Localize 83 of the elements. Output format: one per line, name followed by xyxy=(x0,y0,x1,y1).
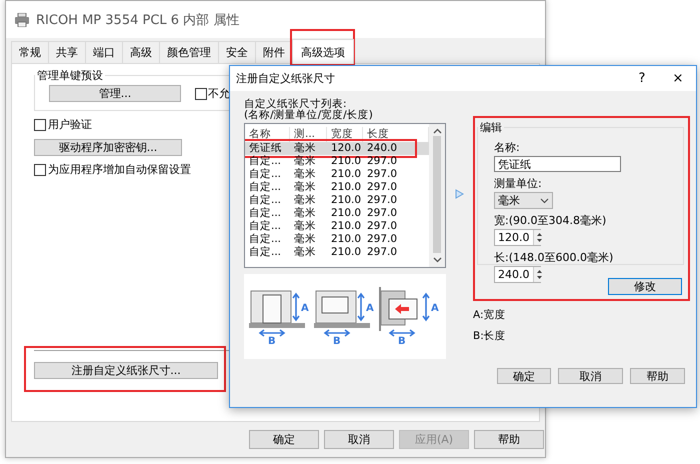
window-title: RICOH MP 3554 PCL 6 内部 属性 xyxy=(36,12,240,28)
checkbox-label: 不允 xyxy=(208,86,230,101)
printer-icon xyxy=(14,12,30,26)
group-title: 编辑 xyxy=(480,121,502,134)
table-cell-text: 240.0 xyxy=(366,142,398,154)
table-cell-text: 自定... xyxy=(248,167,282,181)
length-mark: B xyxy=(398,336,406,346)
dialog-button[interactable]: 帮助 xyxy=(630,368,685,384)
table-cell-text: 自定... xyxy=(248,206,282,220)
table-cell-text: 毫米 xyxy=(293,154,317,168)
help-button[interactable]: ? xyxy=(624,71,660,86)
table-cell-text: 210.0 xyxy=(330,207,362,220)
table-cell-text: 毫米 xyxy=(293,219,317,233)
table-cell-text: 毫米 xyxy=(293,206,317,220)
group-title: 管理单键预设 xyxy=(37,69,103,82)
table-cell-text: 210.0 xyxy=(330,194,362,206)
dialog-title: 注册自定义纸张尺寸 xyxy=(236,71,335,86)
scroll-up-icon[interactable] xyxy=(432,128,442,134)
modify-button[interactable]: 修改 xyxy=(608,278,682,295)
table-cell-text: 毫米 xyxy=(293,193,317,207)
table-cell-text: 210.0 xyxy=(330,155,362,168)
register-paper-size-button[interactable]: 注册自定义纸张尺寸... xyxy=(34,362,218,379)
checkbox[interactable] xyxy=(34,164,46,176)
dialog-button[interactable]: 取消 xyxy=(558,368,623,384)
checkbox-label: 为应用程序增加自动保留设置 xyxy=(48,162,191,177)
table-cell-text: 297.0 xyxy=(366,246,398,258)
table-cell-text: 自定... xyxy=(248,193,282,207)
table-cell-text: 297.0 xyxy=(366,155,398,168)
table-cell-text: 297.0 xyxy=(366,168,398,180)
width-mark: A xyxy=(301,303,310,314)
dialog-button[interactable]: 帮助 xyxy=(474,430,544,449)
field-label: 测量单位: xyxy=(494,176,543,191)
scrollbar[interactable] xyxy=(429,124,445,267)
dialog-button[interactable]: 确定 xyxy=(497,368,551,384)
table-cell-text: 120.0 xyxy=(330,142,362,154)
length-mark: B xyxy=(332,336,341,346)
table-cell-text: 毫米 xyxy=(293,167,317,181)
checkbox[interactable] xyxy=(195,88,207,100)
dialog-button[interactable]: 确定 xyxy=(249,430,319,449)
table-cell-text: 297.0 xyxy=(366,181,398,194)
table-cell-text: 自定... xyxy=(248,180,282,194)
scroll-down-icon[interactable] xyxy=(432,256,442,263)
table-cell-text: 297.0 xyxy=(366,233,398,246)
dialog-button[interactable]: 取消 xyxy=(324,430,394,449)
table-cell-text: 自定... xyxy=(248,154,282,168)
list-label: 自定义纸张尺寸列表: (名称/测量单位/宽度/长度) xyxy=(244,99,374,123)
field-label: 宽:(90.0至304.8毫米) xyxy=(494,213,608,228)
manage-button[interactable]: 管理... xyxy=(49,85,181,102)
legend-text: A:宽度 xyxy=(473,308,507,322)
table-cell-text: 210.0 xyxy=(330,181,362,194)
triangle-arrow-icon xyxy=(455,189,464,199)
legend-text: B:长度 xyxy=(473,329,507,343)
table-cell-text: 297.0 xyxy=(366,194,398,206)
table-cell-text: 自定... xyxy=(248,232,282,246)
table-cell-text: 自定... xyxy=(248,245,282,260)
table-cell-text: 自定... xyxy=(248,219,282,233)
chevron-down-icon xyxy=(540,198,549,204)
length-mark: B xyxy=(268,336,276,346)
tab[interactable]: 高级选项 xyxy=(292,39,354,64)
table-cell-text: 210.0 xyxy=(330,220,362,232)
encryption-key-button[interactable]: 驱动程序加密密钥... xyxy=(34,139,182,156)
tab[interactable]: 常规 xyxy=(11,41,49,63)
table-cell-text: 毫米 xyxy=(293,232,317,246)
selected-row[interactable]: 凭证纸 毫米 120.0 240.0 xyxy=(245,142,429,155)
table-cell-text: 210.0 xyxy=(330,233,362,246)
table-cell-text: 210.0 xyxy=(330,168,362,180)
table-cell-text: 毫米 xyxy=(293,245,317,260)
width-mark: A xyxy=(430,303,438,314)
checkbox-label: 用户验证 xyxy=(48,117,92,132)
close-button[interactable]: × xyxy=(660,71,696,86)
table-cell-text: 毫米 xyxy=(293,141,317,155)
paper-size-list[interactable]: 名称 测... 宽度 长度 凭证纸 毫米 120.0 240.0 自定... 毫米 210.0 297.0 自定... 毫米 210.0 297.0 自定... 毫米 210.0 297.0 自定... 毫米 210.0 297.0 自定... 毫米 210.0 297.0 自定... 毫米 210.0 297.0 自定... 毫米 210.0 297.0 自定... 毫米 210.0 297.0 xyxy=(244,122,446,268)
field-label: 长:(148.0至600.0毫米) xyxy=(494,250,614,265)
table-cell-text: 凭证纸 xyxy=(248,141,283,155)
field-label: 名称: xyxy=(494,140,521,155)
table-cell-text: 210.0 xyxy=(330,246,362,258)
table-cell-text: 297.0 xyxy=(366,220,398,232)
table-cell-text: 297.0 xyxy=(366,207,398,220)
name-field[interactable]: 凭证纸 xyxy=(494,156,621,172)
checkbox[interactable] xyxy=(34,118,46,130)
table-cell-text: 毫米 xyxy=(293,180,317,194)
unit-dropdown[interactable]: 毫米 xyxy=(494,192,553,209)
width-mark: A xyxy=(366,303,374,314)
